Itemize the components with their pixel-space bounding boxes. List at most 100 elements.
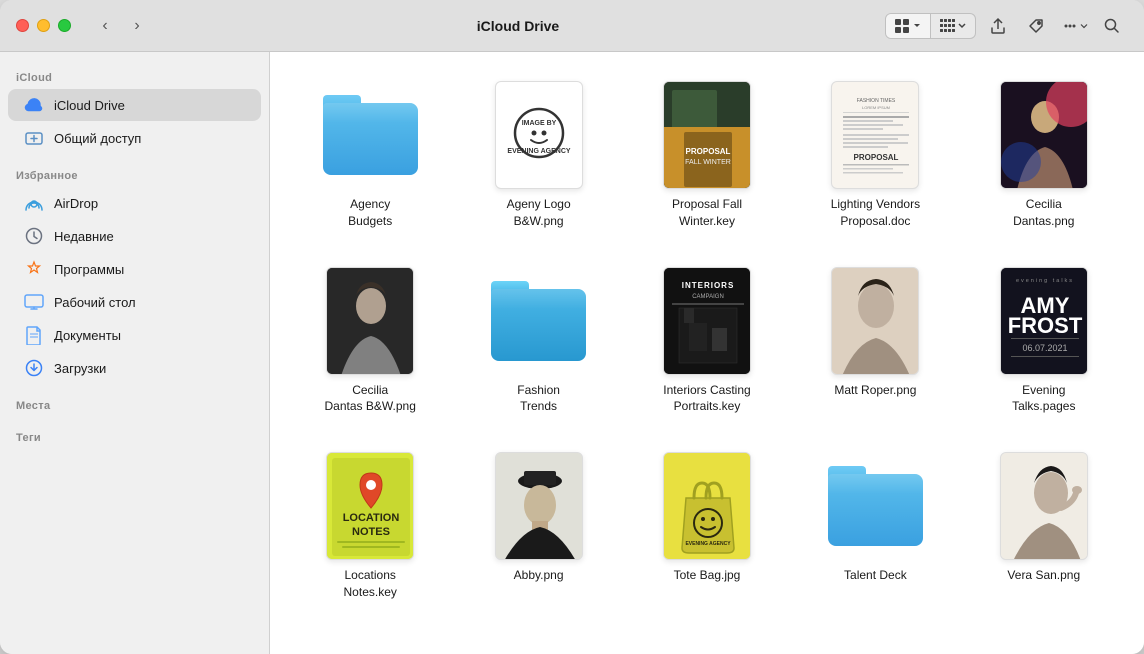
sidebar-item-recents[interactable]: Недавние <box>8 220 261 252</box>
sidebar-item-desktop[interactable]: Рабочий стол <box>8 286 261 318</box>
file-thumbnail <box>315 80 425 190</box>
sidebar-item-apps[interactable]: Программы <box>8 253 261 285</box>
more-button[interactable] <box>1058 10 1090 42</box>
group-view-button[interactable] <box>931 14 975 38</box>
sidebar-item-icloud-drive[interactable]: iCloud Drive <box>8 89 261 121</box>
file-name: Vera San.png <box>1007 567 1080 584</box>
file-name: Ageny LogoB&W.png <box>507 196 571 230</box>
titlebar: ‹ › iCloud Drive <box>0 0 1144 52</box>
file-item-evening-talks[interactable]: evening talks AMY FROST 06.07.2021 Eveni… <box>968 258 1120 424</box>
sidebar-item-label: Программы <box>54 262 124 277</box>
file-name: Matt Roper.png <box>834 382 916 399</box>
file-item-interiors-casting[interactable]: INTERIORS CAMPAIGN Interiors Cast <box>631 258 783 424</box>
svg-text:FALL WINTER: FALL WINTER <box>685 159 731 166</box>
svg-text:PROPOSAL: PROPOSAL <box>686 147 731 156</box>
desktop-icon <box>24 292 44 312</box>
svg-text:PROPOSAL: PROPOSAL <box>854 153 899 162</box>
toolbar-actions <box>885 10 1128 42</box>
svg-text:EVENING AGENCY: EVENING AGENCY <box>685 541 731 547</box>
file-name: Proposal FallWinter.key <box>672 196 742 230</box>
file-thumbnail: IMAGE BY EVENING AGENCY <box>484 80 594 190</box>
close-button[interactable] <box>16 19 29 32</box>
file-thumbnail: LOCATION NOTES <box>315 451 425 561</box>
svg-text:EVENING AGENCY: EVENING AGENCY <box>507 148 570 155</box>
file-name: AgencyBudgets <box>348 196 392 230</box>
back-button[interactable]: ‹ <box>91 12 119 40</box>
file-item-cecilia-dantas[interactable]: CeciliaDantas.png <box>968 72 1120 238</box>
svg-text:evening talks: evening talks <box>1016 278 1074 284</box>
view-switcher <box>885 13 976 39</box>
sidebar-item-docs[interactable]: Документы <box>8 319 261 351</box>
tag-button[interactable] <box>1020 10 1052 42</box>
shared-icon <box>24 128 44 148</box>
file-item-tote-bag[interactable]: EVENING AGENCY Tote Bag.jpg <box>631 443 783 609</box>
file-name: CeciliaDantas B&W.png <box>325 382 416 416</box>
share-button[interactable] <box>982 10 1014 42</box>
grid-view-button[interactable] <box>886 14 931 38</box>
minimize-button[interactable] <box>37 19 50 32</box>
sidebar-item-shared[interactable]: Общий доступ <box>8 122 261 154</box>
sidebar-item-label: Рабочий стол <box>54 295 136 310</box>
traffic-lights <box>16 19 71 32</box>
svg-text:LOCATION: LOCATION <box>343 512 400 524</box>
maximize-button[interactable] <box>58 19 71 32</box>
file-name: FashionTrends <box>517 382 560 416</box>
window-title: iCloud Drive <box>159 18 877 34</box>
file-item-cecilia-bw[interactable]: CeciliaDantas B&W.png <box>294 258 446 424</box>
svg-text:06.07.2021: 06.07.2021 <box>1022 343 1067 353</box>
file-item-ageny-logo[interactable]: IMAGE BY EVENING AGENCY Ageny LogoB&W.pn… <box>462 72 614 238</box>
docs-icon <box>24 325 44 345</box>
file-name: LocationsNotes.key <box>344 567 397 601</box>
file-name: Talent Deck <box>844 567 907 584</box>
sidebar-item-airdrop[interactable]: AirDrop <box>8 187 261 219</box>
forward-button[interactable]: › <box>123 12 151 40</box>
sidebar-item-downloads[interactable]: Загрузки <box>8 352 261 384</box>
sidebar-item-label: Общий доступ <box>54 131 141 146</box>
svg-text:CAMPAIGN: CAMPAIGN <box>692 294 724 300</box>
file-thumbnail <box>989 451 1099 561</box>
file-thumbnail <box>820 266 930 376</box>
content-area: iCloud iCloud Drive Общий доступ <box>0 52 1144 654</box>
file-thumbnail <box>820 451 930 561</box>
search-button[interactable] <box>1096 10 1128 42</box>
file-thumbnail <box>484 451 594 561</box>
file-item-talent-deck[interactable]: Talent Deck <box>799 443 951 609</box>
sidebar-section-favourites: Избранное <box>0 162 269 186</box>
svg-text:FROST: FROST <box>1008 313 1083 338</box>
file-item-agency-budgets[interactable]: AgencyBudgets <box>294 72 446 238</box>
file-name: EveningTalks.pages <box>1012 382 1075 416</box>
sidebar: iCloud iCloud Drive Общий доступ <box>0 52 270 654</box>
file-item-locations-notes[interactable]: LOCATION NOTES LocationsNotes.key <box>294 443 446 609</box>
file-name: Tote Bag.jpg <box>674 567 741 584</box>
file-item-lighting-vendors[interactable]: FASHION TIMES LOREM IPSUM <box>799 72 951 238</box>
file-grid-area: AgencyBudgets IMAGE BY <box>270 52 1144 654</box>
cloud-icon <box>24 95 44 115</box>
file-item-matt-roper[interactable]: Matt Roper.png <box>799 258 951 424</box>
file-name: Lighting VendorsProposal.doc <box>831 196 920 230</box>
svg-text:IMAGE BY: IMAGE BY <box>521 120 556 127</box>
apps-icon <box>24 259 44 279</box>
sidebar-section-icloud: iCloud <box>0 64 269 88</box>
file-thumbnail <box>484 266 594 376</box>
finder-window: ‹ › iCloud Drive <box>0 0 1144 654</box>
sidebar-item-label: Недавние <box>54 229 114 244</box>
file-thumbnail: EVENING AGENCY <box>652 451 762 561</box>
file-thumbnail: FASHION TIMES LOREM IPSUM <box>820 80 930 190</box>
svg-text:NOTES: NOTES <box>352 526 390 538</box>
sidebar-item-label: iCloud Drive <box>54 98 125 113</box>
file-thumbnail: INTERIORS CAMPAIGN <box>652 266 762 376</box>
file-thumbnail: evening talks AMY FROST 06.07.2021 <box>989 266 1099 376</box>
file-item-proposal-fall[interactable]: PROPOSAL FALL WINTER Proposal FallWinter… <box>631 72 783 238</box>
nav-buttons: ‹ › <box>91 12 151 40</box>
file-thumbnail <box>315 266 425 376</box>
file-name: CeciliaDantas.png <box>1013 196 1074 230</box>
file-item-fashion-trends[interactable]: FashionTrends <box>462 258 614 424</box>
file-name: Abby.png <box>514 567 564 584</box>
sidebar-item-label: Документы <box>54 328 121 343</box>
file-name: Interiors CastingPortraits.key <box>663 382 750 416</box>
sidebar-item-label: AirDrop <box>54 196 98 211</box>
svg-text:INTERIORS: INTERIORS <box>682 281 735 290</box>
file-item-vera-san[interactable]: Vera San.png <box>968 443 1120 609</box>
file-item-abby[interactable]: Abby.png <box>462 443 614 609</box>
svg-text:LOREM IPSUM: LOREM IPSUM <box>862 105 890 110</box>
